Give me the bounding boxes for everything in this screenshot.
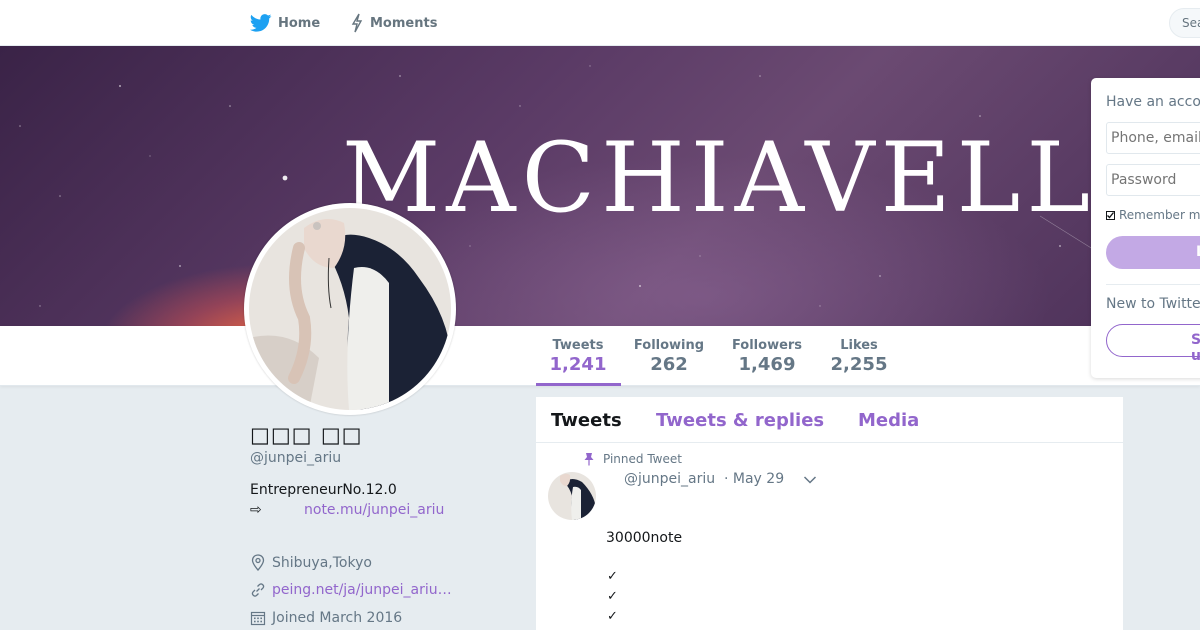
- stat-followers-label: Followers: [731, 338, 803, 353]
- banner-title-text: MACHIAVELLI: [342, 122, 1141, 234]
- profile-stats-bar: Tweets 1,241 Following 262 Followers 1,4…: [0, 326, 1200, 386]
- login-divider: [1106, 284, 1200, 285]
- signup-button[interactable]: Sign up: [1106, 324, 1200, 364]
- login-heading: Have an account?: [1106, 94, 1200, 110]
- tweet-check-line: ✓: [607, 589, 618, 604]
- profile-avatar[interactable]: [244, 203, 456, 415]
- stat-likes[interactable]: Likes 2,255: [826, 338, 892, 375]
- tweet-author-handle[interactable]: @junpei_ariu: [624, 471, 715, 487]
- profile-banner: MACHIAVELLI: [0, 46, 1200, 326]
- pin-icon: [584, 452, 594, 466]
- stat-tweets-value: 1,241: [549, 354, 607, 375]
- login-card: Have an account? Remember me Log in New …: [1091, 78, 1200, 378]
- stat-likes-label: Likes: [840, 338, 878, 353]
- profile-name: □□□ □□: [250, 423, 363, 447]
- nav-moments-label: Moments: [370, 15, 438, 31]
- calendar-icon: [250, 610, 272, 626]
- stat-following-value: 262: [650, 354, 688, 375]
- link-icon: [250, 582, 272, 598]
- tweet-date[interactable]: · May 29: [724, 471, 784, 487]
- active-stat-underline: [536, 383, 621, 386]
- profile-bio-line: EntrepreneurNo.12.0: [250, 482, 397, 498]
- timeline-tabs: Tweets Tweets & replies Media: [536, 397, 1123, 443]
- nav-home-link[interactable]: Home: [250, 0, 320, 46]
- profile-handle[interactable]: @junpei_ariu: [250, 450, 341, 466]
- profile-location-text: Shibuya,Tokyo: [272, 554, 372, 571]
- password-field[interactable]: [1106, 164, 1200, 196]
- stat-followers[interactable]: Followers 1,469: [730, 338, 804, 375]
- twitter-bird-icon: [250, 14, 272, 32]
- top-navigation-bar: Home Moments Sea: [0, 0, 1200, 46]
- nav-home-label: Home: [278, 15, 321, 31]
- lightning-icon: [350, 13, 364, 33]
- profile-joined-text: Joined March 2016: [272, 610, 403, 626]
- tab-media[interactable]: Media: [858, 410, 919, 431]
- tab-tweets[interactable]: Tweets: [551, 410, 622, 431]
- stat-following-label: Following: [633, 338, 705, 353]
- pinned-tweet-label: Pinned Tweet: [603, 452, 682, 466]
- location-pin-icon: [250, 554, 272, 571]
- remember-me-row[interactable]: Remember me: [1106, 208, 1200, 222]
- chevron-down-icon[interactable]: [803, 475, 817, 485]
- login-button[interactable]: Log in: [1106, 236, 1200, 269]
- remember-me-checkbox[interactable]: [1106, 210, 1115, 220]
- tweet-check-line: ✓: [607, 569, 618, 584]
- tweet-check-line: ✓: [607, 609, 618, 624]
- profile-bio-arrow: ⇨: [250, 502, 262, 518]
- stat-followers-value: 1,469: [738, 354, 796, 375]
- stat-tweets[interactable]: Tweets 1,241: [536, 338, 620, 375]
- tab-tweets-and-replies[interactable]: Tweets & replies: [656, 410, 824, 431]
- profile-website[interactable]: peing.net/ja/junpei_ariu…: [250, 582, 452, 598]
- pinned-tweet-context: Pinned Tweet: [584, 452, 682, 466]
- profile-joined: Joined March 2016: [250, 610, 402, 626]
- new-to-twitter-heading: New to Twitter?: [1106, 296, 1200, 312]
- timeline-panel: Tweets Tweets & replies Media Pinned Twe…: [536, 397, 1123, 630]
- tweet-text: 30000note: [606, 530, 683, 546]
- nav-moments-link[interactable]: Moments: [350, 0, 437, 46]
- stat-tweets-label: Tweets: [552, 338, 604, 353]
- avatar-photo: [249, 208, 451, 410]
- stat-following[interactable]: Following 262: [632, 338, 706, 375]
- search-input[interactable]: Sea: [1169, 8, 1200, 38]
- remember-me-label: Remember me: [1119, 208, 1200, 222]
- profile-bio-link[interactable]: note.mu/junpei_ariu: [304, 502, 444, 518]
- tweet-author-avatar[interactable]: [548, 472, 596, 520]
- stat-likes-value: 2,255: [830, 354, 888, 375]
- phone-email-field[interactable]: [1106, 122, 1200, 154]
- profile-location: Shibuya,Tokyo: [250, 554, 372, 571]
- profile-website-link[interactable]: peing.net/ja/junpei_ariu…: [272, 582, 452, 598]
